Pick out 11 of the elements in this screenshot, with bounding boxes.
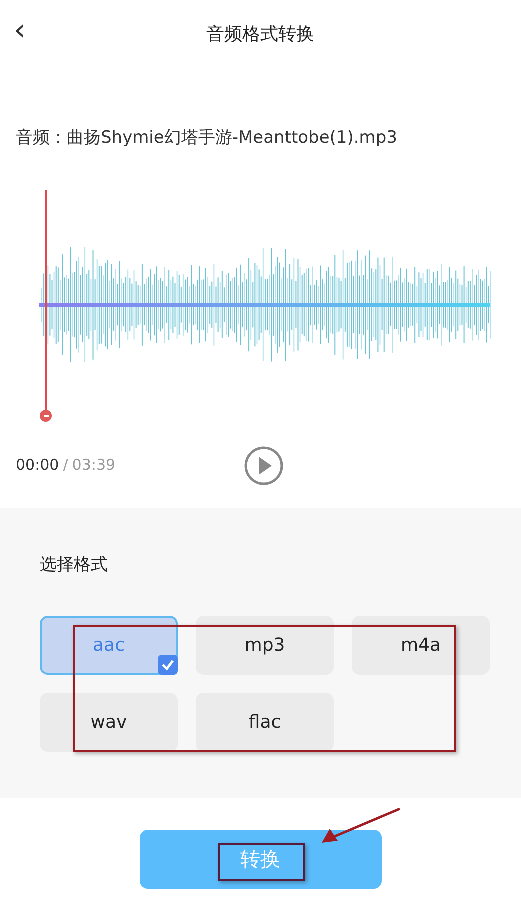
format-option[interactable]: wav (40, 693, 178, 752)
format-option[interactable]: flac (196, 693, 334, 752)
panel-title: 选择格式 (40, 554, 109, 576)
time-separator: / (63, 455, 68, 476)
current-time: 00:00 (16, 455, 60, 476)
total-time: 03:39 (72, 455, 116, 476)
format-option[interactable]: mp3 (196, 616, 334, 675)
back-button[interactable]: ‹ (14, 16, 26, 46)
format-option[interactable]: m4a (352, 616, 490, 675)
page-title: 音频格式转换 (206, 22, 314, 46)
file-name: 音频：曲扬Shymie幻塔手游-Meanttobe(1).mp3 (15, 127, 398, 150)
